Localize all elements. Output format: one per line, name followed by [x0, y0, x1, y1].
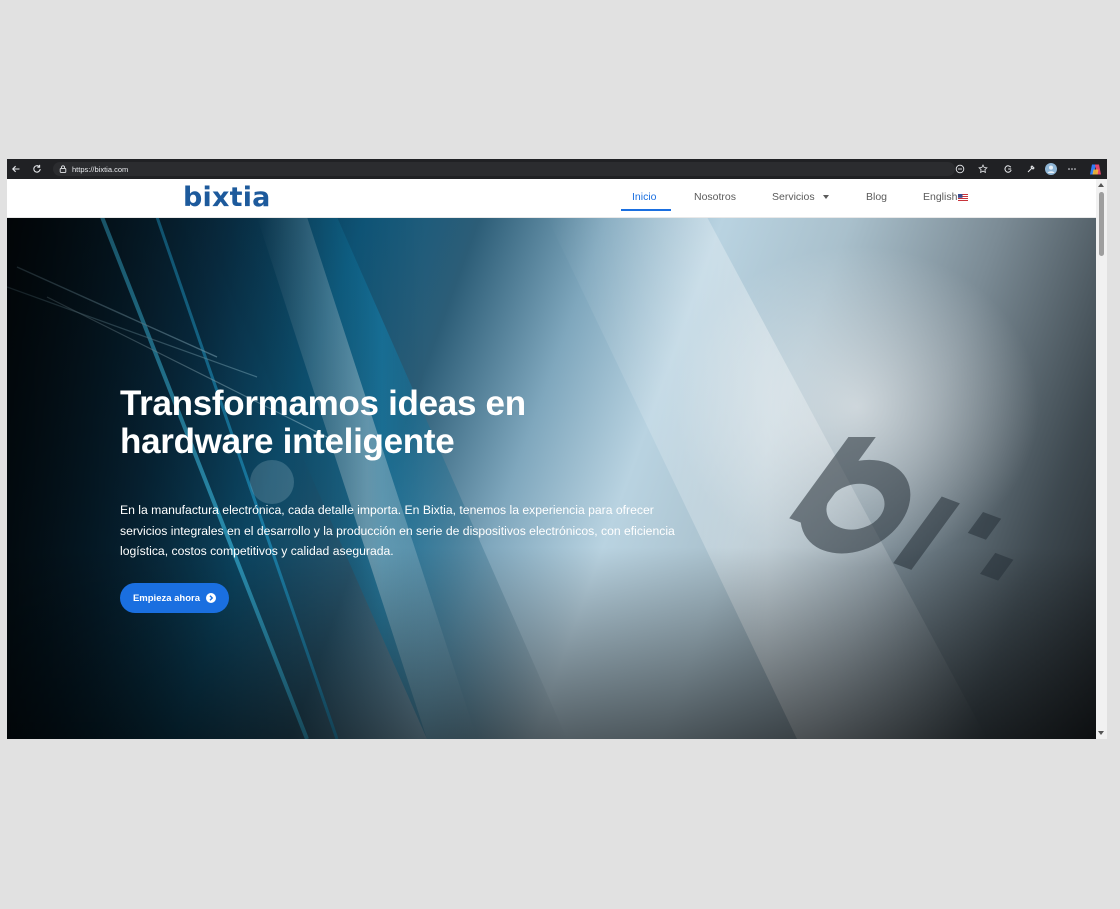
extensions-icon[interactable]	[1024, 159, 1038, 179]
page-scrollbar[interactable]	[1096, 179, 1107, 739]
logo[interactable]: bixtia	[183, 183, 271, 213]
reader-mode-icon[interactable]	[953, 159, 967, 179]
site-header: bixtia Inicio Nosotros Servicios Blog En…	[7, 179, 1096, 218]
refresh-icon[interactable]	[30, 159, 44, 179]
nav-item-label: English	[923, 191, 958, 203]
web-page: bixtia Inicio Nosotros Servicios Blog En…	[7, 179, 1096, 739]
back-icon[interactable]	[9, 159, 23, 179]
scroll-up-icon[interactable]	[1098, 183, 1104, 187]
nav-active-underline	[621, 209, 671, 211]
site-info-icon[interactable]	[59, 165, 67, 173]
nav-item-nosotros[interactable]: Nosotros	[694, 179, 736, 215]
collections-icon[interactable]	[1001, 159, 1015, 179]
address-bar[interactable]: https://bixtia.com	[53, 162, 955, 176]
nav-item-blog[interactable]: Blog	[866, 179, 887, 215]
logo-text: bixtia	[183, 182, 271, 213]
scroll-thumb[interactable]	[1099, 192, 1104, 256]
empieza-ahora-button[interactable]: Empieza ahora	[120, 583, 229, 613]
nav-item-label: Nosotros	[694, 191, 737, 203]
hero-title-line-2: hardware inteligente	[120, 422, 455, 461]
arrow-circle-right-icon	[206, 593, 217, 603]
url-text: https://bixtia.com	[72, 164, 129, 174]
dropdown-caret-icon	[822, 195, 829, 199]
copilot-icon[interactable]	[1087, 159, 1103, 179]
nav-item-label: Servicios	[772, 191, 815, 203]
nav-item-servicios[interactable]: Servicios	[772, 179, 829, 215]
more-menu-icon[interactable]	[1065, 159, 1079, 179]
nav-item-english[interactable]: English	[923, 179, 969, 215]
hero-description: En la manufactura electrónica, cada deta…	[120, 503, 675, 558]
nav-item-label: Inicio	[632, 191, 657, 203]
nav-item-label: Blog	[866, 191, 888, 203]
hero-title-line-1: Transformamos ideas en	[120, 384, 526, 423]
favorites-star-icon[interactable]	[976, 159, 990, 179]
browser-window: https://bixtia.com bixtia Inicio Nosotro…	[7, 159, 1107, 739]
hero-watermark-logo	[789, 437, 1014, 581]
scroll-down-icon[interactable]	[1098, 731, 1104, 735]
us-flag-icon	[958, 193, 969, 201]
browser-toolbar: https://bixtia.com	[7, 159, 1107, 179]
cta-label: Empieza ahora	[132, 592, 201, 604]
profile-avatar-icon[interactable]	[1044, 159, 1058, 179]
hero-section: Transformamos ideas en hardware intelige…	[7, 217, 1096, 739]
hero-title: Transformamos ideas en hardware intelige…	[120, 385, 640, 461]
